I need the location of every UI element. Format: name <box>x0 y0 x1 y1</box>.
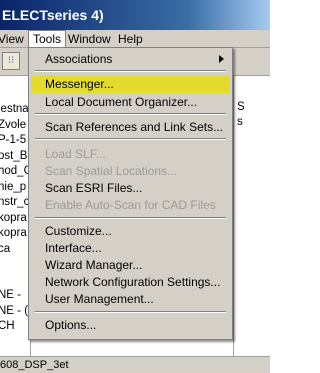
menu-separator <box>35 311 226 313</box>
list-item[interactable]: nstr_c <box>0 195 30 211</box>
list-item[interactable]: 608_DSP_3et <box>0 358 69 372</box>
menu-item-label: Enable Auto-Scan for CAD Files <box>45 198 216 212</box>
menu-window[interactable]: Window <box>68 30 111 48</box>
list-item[interactable]: P-1-5 <box>0 133 30 149</box>
document-list-pane: iestna Zvole P-1-5 ost_B hod_C nie_p nst… <box>0 76 31 373</box>
menu-view[interactable]: View <box>0 30 24 48</box>
menu-item-label: User Management... <box>45 292 154 306</box>
menu-item-label: Local Document Organizer... <box>45 95 198 109</box>
tools-dropdown-menu: Associations Messenger... Local Document… <box>28 47 233 340</box>
list-item[interactable]: ca <box>0 242 30 258</box>
menu-item-options[interactable]: Options... <box>31 316 230 334</box>
list-item[interactable] <box>0 335 30 351</box>
menu-item-label: Options... <box>45 318 97 332</box>
list-item[interactable]: hod_C <box>0 164 30 180</box>
list-item[interactable]: kopra <box>0 211 30 227</box>
list-item[interactable]: nie_p <box>0 180 30 196</box>
menu-item-label: Scan References and Link Sets... <box>45 120 224 134</box>
menu-item-network-configuration[interactable]: Network Configuration Settings... <box>31 273 230 291</box>
menu-item-label: Messenger... <box>45 77 114 91</box>
menu-item-interface[interactable]: Interface... <box>31 239 230 257</box>
menu-item-messenger[interactable]: Messenger... <box>31 75 230 93</box>
menu-item-scan-references[interactable]: Scan References and Link Sets... <box>31 118 230 136</box>
submenu-arrow-icon <box>219 55 224 63</box>
menu-item-wizard-manager[interactable]: Wizard Manager... <box>31 256 230 274</box>
menu-item-label: Scan ESRI Files... <box>45 181 143 195</box>
menu-item-customize[interactable]: Customize... <box>31 222 230 240</box>
menu-item-label: Interface... <box>45 241 102 255</box>
menu-item-label: Wizard Manager... <box>45 258 143 272</box>
menu-item-label: Network Configuration Settings... <box>45 275 221 289</box>
list-item[interactable]: NE - ( <box>0 304 30 320</box>
menu-item-label: Associations <box>45 52 113 66</box>
menu-item-scan-spatial-locations[interactable]: Scan Spatial Locations... <box>31 162 230 180</box>
menu-help[interactable]: Help <box>118 30 143 48</box>
menu-separator <box>35 217 226 219</box>
menu-item-scan-esri-files[interactable]: Scan ESRI Files... <box>31 179 230 197</box>
menu-item-label: Customize... <box>45 224 112 238</box>
window-title-bar: ELECTseries 4) <box>0 0 270 30</box>
menu-item-associations[interactable]: Associations <box>31 50 230 68</box>
list-view-icon: ⁝⁝ <box>7 55 15 66</box>
list-item[interactable]: kopra <box>0 226 30 242</box>
details-pane: S s <box>233 76 271 373</box>
menu-separator <box>35 113 226 115</box>
menu-separator <box>35 70 226 72</box>
list-item[interactable] <box>0 257 30 273</box>
menu-item-load-slf[interactable]: Load SLF... <box>31 145 230 163</box>
menu-item-label: Scan Spatial Locations... <box>45 164 178 178</box>
list-item[interactable]: Zvole <box>0 118 30 134</box>
view-toggle-button[interactable]: ⁝⁝ <box>2 52 20 70</box>
menu-item-label: Load SLF... <box>45 147 106 161</box>
details-text: S <box>237 101 245 113</box>
list-item[interactable]: CH <box>0 319 30 335</box>
window-title: ELECTseries 4) <box>2 7 104 23</box>
list-item[interactable] <box>0 273 30 289</box>
list-item[interactable]: NE - <box>0 288 30 304</box>
menu-separator <box>35 138 226 140</box>
menu-item-local-document-organizer[interactable]: Local Document Organizer... <box>31 93 230 111</box>
list-item[interactable]: iestna <box>0 102 30 118</box>
menu-bar: View Tools Window Help <box>0 30 270 49</box>
menu-item-user-management[interactable]: User Management... <box>31 290 230 308</box>
menu-item-enable-auto-scan[interactable]: Enable Auto-Scan for CAD Files <box>31 196 230 214</box>
list-item[interactable]: ost_B <box>0 149 30 165</box>
details-text: s <box>237 116 243 128</box>
bottom-row: 608_DSP_3et <box>0 356 270 373</box>
